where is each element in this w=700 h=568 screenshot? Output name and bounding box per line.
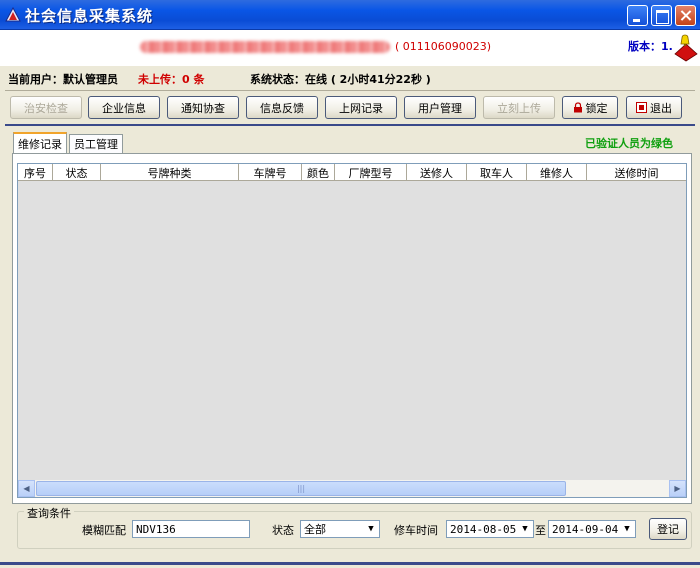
online-record-button[interactable]: 上网记录 <box>325 96 397 119</box>
chevron-down-icon[interactable]: ▼ <box>517 521 533 537</box>
status-select[interactable]: 全部 ▼ <box>300 520 380 538</box>
redacted-company-name <box>140 41 390 53</box>
maximize-icon[interactable] <box>651 5 672 26</box>
date-to-picker[interactable]: 2014-09-04 ▼ <box>548 520 636 538</box>
lock-button[interactable]: 锁定 <box>562 96 618 119</box>
fuzzy-match-label: 模糊匹配 <box>82 524 126 537</box>
bell-icon[interactable] <box>673 34 699 62</box>
column-header[interactable]: 车牌号 <box>239 164 302 181</box>
toolbar-divider-bottom <box>5 124 695 126</box>
current-user: 当前用户：默认管理员 <box>8 73 118 86</box>
grid-header: 序号 状态 号牌种类 车牌号 颜色 厂牌型号 送修人 取车人 维修人 送修时间 <box>18 164 686 181</box>
user-management-button[interactable]: 用户管理 <box>404 96 476 119</box>
title-bar: 社会信息采集系统 <box>0 0 700 30</box>
security-check-button[interactable]: 治安检查 <box>10 96 82 119</box>
chevron-right-icon[interactable]: ▶ <box>669 480 686 497</box>
records-grid[interactable]: 序号 状态 号牌种类 车牌号 颜色 厂牌型号 送修人 取车人 维修人 送修时间 … <box>17 163 687 498</box>
tab-repair-records[interactable]: 维修记录 <box>13 132 67 153</box>
column-header[interactable]: 维修人 <box>527 164 587 181</box>
company-info-button[interactable]: 企业信息 <box>88 96 160 119</box>
bottom-border <box>0 562 700 565</box>
status-select-value: 全部 <box>304 523 326 536</box>
scrollbar-thumb[interactable]: ||| <box>36 481 566 496</box>
register-button[interactable]: 登记 <box>649 518 687 540</box>
column-header[interactable]: 送修人 <box>407 164 467 181</box>
company-code: ( 011106090023) <box>395 40 492 53</box>
close-icon[interactable] <box>675 5 696 26</box>
horizontal-scrollbar[interactable]: ◀ ||| ▶ <box>18 480 686 497</box>
minimize-icon[interactable] <box>627 5 648 26</box>
column-header[interactable]: 厂牌型号 <box>335 164 407 181</box>
system-status: 系统状态：在线 ( 2小时41分22秒 ) <box>250 73 431 86</box>
date-from-value: 2014-08-05 <box>450 522 517 536</box>
feedback-button[interactable]: 信息反馈 <box>246 96 318 119</box>
date-to-value: 2014-09-04 <box>552 522 619 536</box>
scrollbar-track[interactable] <box>566 480 669 497</box>
tab-staff-management[interactable]: 员工管理 <box>69 134 123 153</box>
repair-time-label: 修车时间 <box>394 524 438 537</box>
exit-label: 退出 <box>650 101 672 115</box>
exit-icon <box>636 102 647 113</box>
column-header[interactable]: 状态 <box>53 164 101 181</box>
lock-icon <box>573 102 582 113</box>
not-uploaded-count: 未上传：0 条 <box>138 73 205 86</box>
chevron-left-icon[interactable]: ◀ <box>18 480 35 497</box>
column-header[interactable]: 送修时间 <box>587 164 686 181</box>
query-legend: 查询条件 <box>24 505 74 521</box>
column-header[interactable]: 号牌种类 <box>101 164 239 181</box>
column-header[interactable]: 取车人 <box>467 164 527 181</box>
notice-button[interactable]: 通知协查 <box>167 96 239 119</box>
to-label: 至 <box>535 524 546 537</box>
toolbar-divider-top <box>5 90 695 91</box>
lock-label: 锁定 <box>585 101 608 115</box>
status-label: 状态 <box>272 524 294 537</box>
app-icon <box>5 7 21 22</box>
column-header[interactable]: 序号 <box>18 164 53 181</box>
exit-button[interactable]: 退出 <box>626 96 682 119</box>
upload-now-button[interactable]: 立刻上传 <box>483 96 555 119</box>
column-header[interactable]: 颜色 <box>302 164 335 181</box>
verified-note: 已验证人员为绿色 <box>585 137 673 150</box>
version-label: 版本：1. <box>628 40 673 53</box>
chevron-down-icon[interactable]: ▼ <box>363 521 379 537</box>
chevron-down-icon[interactable]: ▼ <box>619 521 635 537</box>
window-title: 社会信息采集系统 <box>25 7 154 25</box>
fuzzy-match-input[interactable]: NDV136 <box>132 520 250 538</box>
date-from-picker[interactable]: 2014-08-05 ▼ <box>446 520 534 538</box>
